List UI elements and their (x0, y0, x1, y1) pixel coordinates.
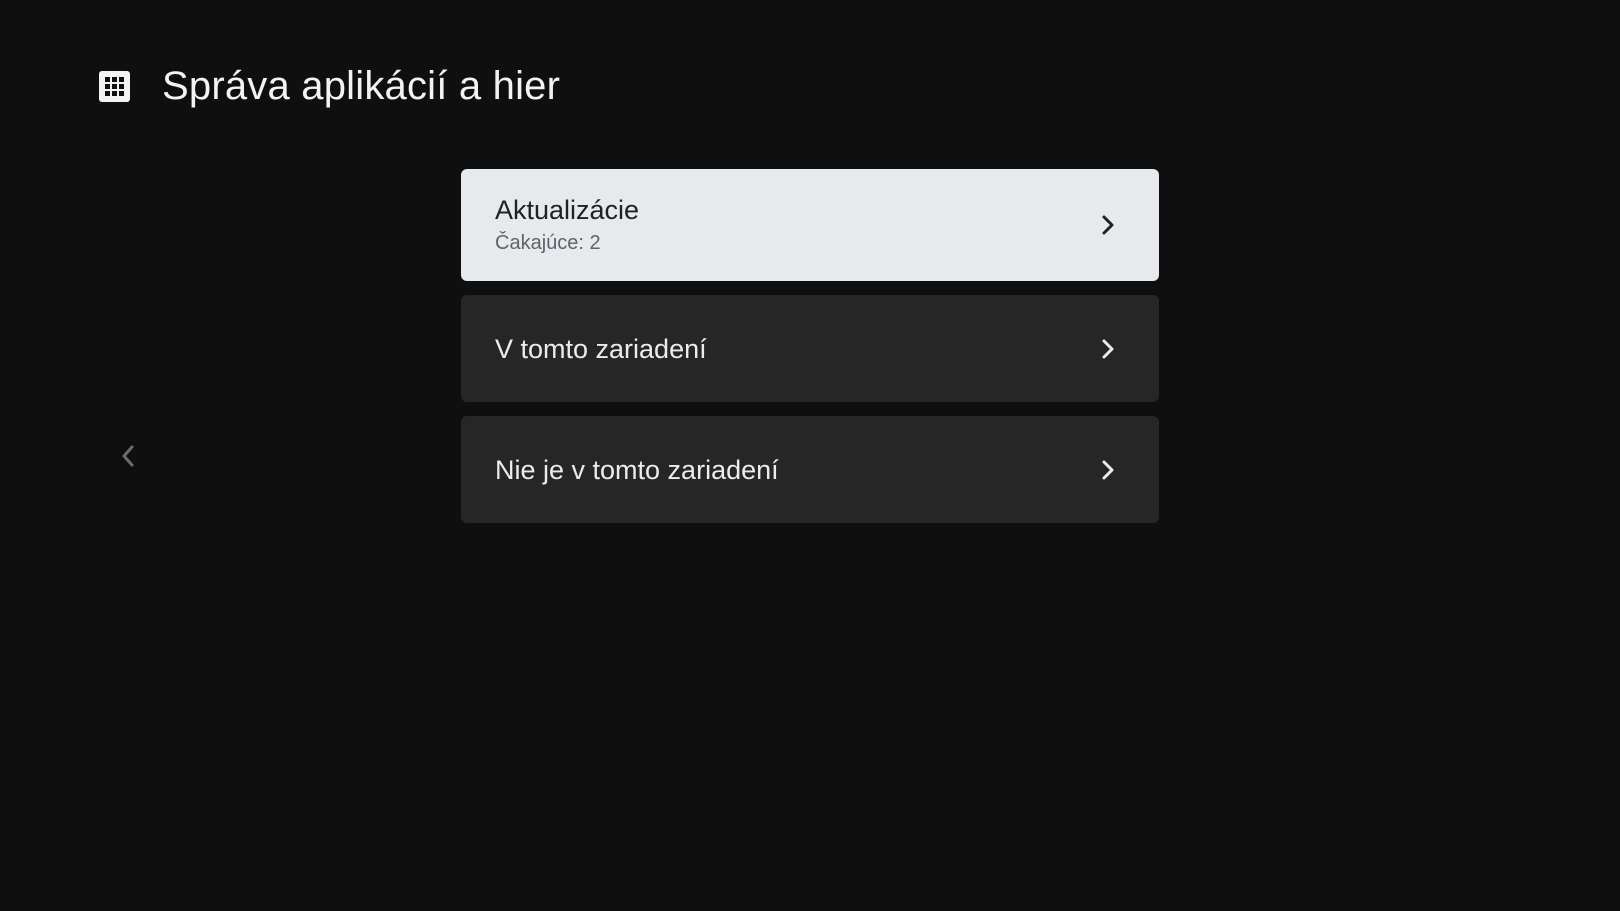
chevron-right-icon (1099, 458, 1117, 482)
menu-item-title: Nie je v tomto zariadení (495, 454, 779, 485)
menu-item-subtitle: Čakajúce: 2 (495, 232, 601, 254)
menu-item-updates[interactable]: Aktualizácie Čakajúce: 2 (461, 169, 1159, 281)
page-title: Správa aplikácií a hier (162, 63, 561, 108)
menu-item-title: Aktualizácie (495, 195, 640, 225)
chevron-right-icon (1099, 337, 1117, 361)
menu-item-title: V tomto zariadení (495, 333, 707, 364)
apps-grid-icon (99, 70, 130, 102)
chevron-left-icon[interactable] (118, 441, 138, 471)
chevron-right-icon (1099, 213, 1117, 237)
menu-list: Aktualizácie Čakajúce: 2 V tomto zariade… (461, 169, 1159, 537)
menu-item-on-this-device[interactable]: V tomto zariadení (461, 295, 1159, 402)
menu-item-not-on-this-device[interactable]: Nie je v tomto zariadení (461, 416, 1159, 523)
page-header: Správa aplikácií a hier (99, 60, 560, 112)
